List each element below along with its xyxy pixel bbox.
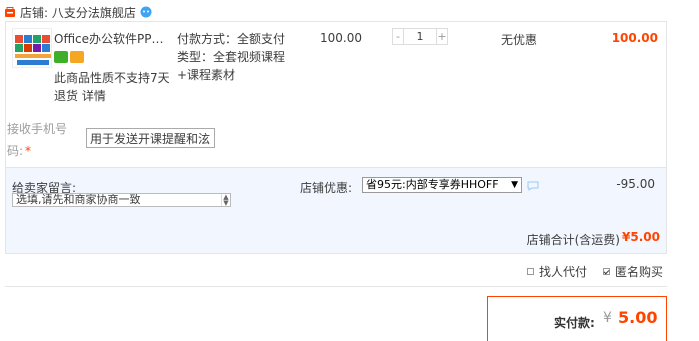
quantity-stepper: - 1 + [392, 28, 448, 45]
anonymous-checkbox[interactable] [602, 268, 610, 275]
wangwang-chat-icon[interactable] [140, 6, 152, 18]
shop-header: 店铺: 八支分法旗舰店 [4, 3, 152, 21]
detail-link[interactable]: 详情 [82, 89, 106, 103]
qty-decrease-button[interactable]: - [392, 28, 404, 45]
no-return-notice: 此商品性质不支持7天退货 详情 [54, 69, 172, 105]
currency-symbol: ¥ [603, 310, 612, 326]
item-subtotal: 100.00 [611, 31, 658, 45]
shop-promo-amount: -95.00 [616, 177, 655, 191]
guarantee-badge-icon [54, 51, 68, 63]
proxy-pay-label: 找人代付 [538, 265, 587, 279]
shop-icon [4, 6, 16, 18]
proxy-pay-option[interactable]: 找人代付 [526, 263, 587, 280]
order-item-row: Office办公软件PPT… 此商品性质不支持7天退货 详情 付款方式：全额支付… [5, 21, 667, 168]
required-mark: * [25, 144, 32, 158]
actual-payment-box: 实付款: ¥ 5.00 [487, 296, 667, 341]
product-thumbnail[interactable] [12, 28, 52, 68]
anonymous-label: 匿名购买 [614, 265, 663, 279]
anonymous-option[interactable]: 匿名购买 [602, 263, 663, 280]
shop-promo-label: 店铺优惠: [300, 181, 353, 195]
qty-input[interactable]: 1 [404, 28, 436, 45]
shop-promo-select[interactable]: 省95元:内部专享券HHOFF ▼ [362, 177, 522, 193]
actual-payment-label: 实付款: [554, 316, 595, 330]
no-return-text: 此商品性质不支持7天退货 [54, 71, 170, 103]
phone-label-text: 接收手机号码: [7, 122, 68, 158]
divider [5, 286, 667, 287]
textarea-scroll-icon[interactable]: ▲ ▼ [221, 194, 230, 206]
phone-input[interactable] [86, 128, 215, 148]
remark-promo-row: 给卖家留言: 选填,请先和商家协商一致 ▲ ▼ 店铺优惠: 省95元:内部专享券H… [5, 168, 667, 217]
product-title-link[interactable]: Office办公软件PPT… [54, 30, 169, 47]
discount-info: 无优惠 [501, 33, 538, 47]
actual-payment-amount: 5.00 [618, 308, 658, 327]
proxy-pay-checkbox[interactable] [526, 268, 534, 275]
service-badges [54, 51, 84, 63]
order-options: 找人代付 匿名购买 [526, 263, 663, 280]
shop-total-label: 店铺合计(含运费) [526, 233, 620, 247]
qty-increase-button[interactable]: + [436, 28, 448, 45]
shop-total-row: 店铺合计(含运费) ¥5.00 [5, 217, 667, 254]
unit-price: 100.00 [320, 31, 362, 45]
shop-promo-selected: 省95元:内部专享券HHOFF [366, 178, 499, 191]
phone-label: 接收手机号码: * [7, 118, 77, 162]
seller-message-text: 选填,请先和商家协商一致 [16, 193, 141, 206]
seller-message-input[interactable]: 选填,请先和商家协商一致 ▲ ▼ [12, 193, 231, 207]
credit-card-badge-icon [70, 51, 84, 63]
shop-total-amount: ¥5.00 [622, 230, 660, 244]
shop-name[interactable]: 店铺: 八支分法旗舰店 [20, 4, 136, 21]
promo-info-icon[interactable] [527, 180, 539, 191]
sku-info: 付款方式：全额支付 类型：全套视频课程+课程素材 [177, 32, 286, 82]
chevron-down-icon: ▼ [511, 180, 518, 190]
